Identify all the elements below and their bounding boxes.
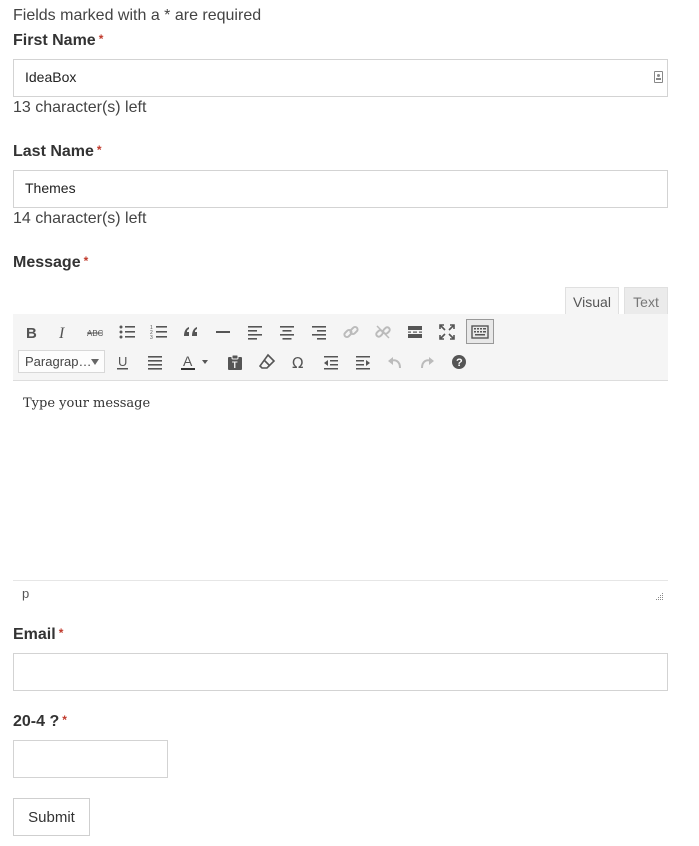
blockquote-icon[interactable] — [179, 320, 203, 344]
submit-button[interactable]: Submit — [13, 798, 90, 836]
email-input[interactable] — [13, 653, 668, 691]
email-label-text: Email — [13, 626, 56, 643]
svg-text:Ω: Ω — [292, 354, 303, 371]
help-icon[interactable]: ? — [447, 350, 471, 374]
first-name-label: First Name * — [13, 32, 103, 50]
svg-text:I: I — [58, 325, 65, 341]
svg-text:A: A — [183, 353, 193, 369]
email-label: Email * — [13, 626, 63, 644]
first-name-char-counter: 13 character(s) left — [13, 99, 147, 116]
align-center-icon[interactable] — [275, 320, 299, 344]
chevron-down-icon — [91, 359, 99, 365]
svg-text:U: U — [118, 354, 127, 369]
svg-text:B: B — [26, 325, 37, 341]
format-select-value: Paragrap… — [25, 354, 92, 369]
required-fields-note: Fields marked with a * are required — [13, 7, 262, 24]
horizontal-line-icon[interactable] — [211, 320, 235, 344]
align-left-icon[interactable] — [243, 320, 267, 344]
captcha-input[interactable] — [13, 740, 168, 778]
svg-text:3: 3 — [150, 335, 153, 341]
justify-icon[interactable] — [143, 350, 167, 374]
paste-text-icon[interactable]: T — [223, 350, 247, 374]
special-character-icon[interactable]: Ω — [287, 350, 311, 374]
required-star: * — [83, 254, 89, 268]
tab-visual[interactable]: Visual — [565, 287, 619, 315]
required-star: * — [96, 143, 102, 157]
redo-icon[interactable] — [415, 350, 439, 374]
fullscreen-icon[interactable] — [435, 320, 459, 344]
captcha-label: 20-4 ? * — [13, 713, 67, 731]
italic-icon[interactable]: I — [51, 320, 75, 344]
first-name-input[interactable]: IdeaBox — [13, 59, 668, 97]
numbered-list-icon[interactable]: 123 — [147, 320, 171, 344]
bold-icon[interactable]: B — [19, 320, 43, 344]
required-star: * — [58, 626, 64, 640]
required-star: * — [98, 32, 104, 46]
last-name-input[interactable]: Themes — [13, 170, 668, 208]
contact-card-icon[interactable] — [654, 71, 663, 83]
message-label: Message * — [13, 254, 88, 272]
last-name-value: Themes — [25, 180, 76, 196]
svg-text:?: ? — [456, 357, 463, 369]
last-name-label-text: Last Name — [13, 143, 94, 160]
editor-path-indicator: p — [22, 586, 30, 601]
bullet-list-icon[interactable] — [115, 320, 139, 344]
read-more-icon[interactable] — [403, 320, 427, 344]
underline-icon[interactable]: U — [111, 350, 135, 374]
indent-icon[interactable] — [351, 350, 375, 374]
undo-icon[interactable] — [383, 350, 407, 374]
last-name-char-counter: 14 character(s) left — [13, 210, 147, 227]
message-label-text: Message — [13, 254, 81, 271]
unlink-icon[interactable] — [371, 320, 395, 344]
required-star: * — [62, 713, 67, 727]
editor-toolbar: B I ABC 123 Paragrap… U A T Ω ? — [13, 314, 668, 381]
strikethrough-icon[interactable]: ABC — [83, 320, 107, 344]
tab-text[interactable]: Text — [624, 287, 668, 315]
first-name-value: IdeaBox — [25, 69, 77, 85]
outdent-icon[interactable] — [319, 350, 343, 374]
clear-format-icon[interactable] — [255, 350, 279, 374]
align-right-icon[interactable] — [307, 320, 331, 344]
captcha-label-text: 20-4 ? — [13, 713, 60, 730]
svg-text:T: T — [232, 360, 238, 370]
resize-handle-icon[interactable] — [655, 592, 664, 601]
message-editor[interactable]: Type your message — [13, 381, 668, 581]
text-color-icon[interactable]: A — [175, 350, 215, 374]
link-icon[interactable] — [339, 320, 363, 344]
last-name-label: Last Name * — [13, 143, 102, 161]
format-select[interactable]: Paragrap… — [18, 350, 105, 373]
toolbar-toggle-icon[interactable] — [466, 319, 494, 344]
message-placeholder: Type your message — [23, 396, 151, 411]
first-name-label-text: First Name — [13, 32, 96, 49]
